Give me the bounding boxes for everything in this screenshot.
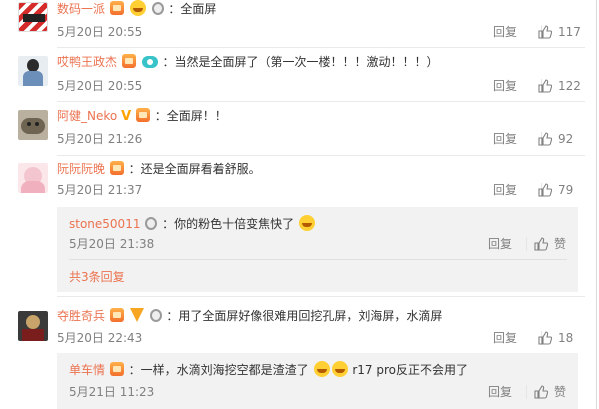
username-link[interactable]: 夺胜奇兵: [57, 309, 105, 323]
divider: [69, 259, 567, 260]
vip-icon: [109, 362, 124, 376]
like-button[interactable]: 122: [538, 78, 581, 94]
avatar[interactable]: [18, 110, 48, 140]
like-button[interactable]: 赞: [534, 236, 566, 252]
divider: [57, 101, 585, 102]
like-button[interactable]: 117: [538, 24, 581, 40]
username-link[interactable]: 数码一派: [57, 2, 105, 16]
comment-line: 夺胜奇兵 ：用了全面屏好像很难用回挖孔屏，刘海屏，水滴屏: [57, 308, 442, 324]
comment-text: ：还是全面屏看着舒服。: [128, 162, 261, 176]
verified-v-icon: V: [121, 109, 132, 124]
comment-time: 5月20日 20:55: [57, 25, 143, 39]
medal-icon: [151, 2, 164, 15]
like-thumb-icon: [538, 79, 553, 93]
like-count: 79: [558, 183, 574, 197]
comment-item: 哎鸭王政杰 ：当然是全面屏了（第一次一楼！！！激动！！！） 5月20日 20:5…: [0, 50, 599, 102]
like-thumb-icon: [534, 237, 549, 251]
emoji-icon: [313, 361, 330, 377]
avatar[interactable]: [18, 56, 48, 86]
pizza-icon: [129, 308, 144, 322]
vip-icon: [135, 108, 150, 122]
comment-time: 5月20日 21:26: [57, 132, 143, 146]
comment-line: 阮阮阮晚 ：还是全面屏看着舒服。: [57, 161, 261, 177]
comment-time: 5月20日 22:43: [57, 331, 143, 345]
sub-reply-line: stone50011 ：你的粉色十倍变焦快了: [69, 215, 316, 232]
vip-icon: [109, 1, 124, 15]
divider: [57, 47, 585, 48]
username-link[interactable]: 哎鸭王政杰: [57, 55, 117, 69]
username-link[interactable]: 阿健_Neko: [57, 109, 117, 123]
medal-icon: [145, 217, 158, 230]
reply-button[interactable]: 回复: [488, 384, 512, 400]
avatar[interactable]: [18, 2, 48, 32]
username-link[interactable]: stone50011: [69, 217, 140, 231]
reply-button[interactable]: 回复: [493, 24, 517, 40]
like-thumb-icon: [538, 331, 553, 345]
sub-reply-time: 5月20日 21:38: [69, 237, 155, 251]
sub-reply-time: 5月21日 11:23: [69, 385, 155, 399]
sub-reply-text: ：你的粉色十倍变焦快了: [162, 217, 295, 231]
avatar[interactable]: [18, 311, 48, 341]
eye-icon: [141, 56, 158, 68]
username-link[interactable]: 单车情: [69, 363, 105, 377]
emoji-icon: [129, 0, 146, 16]
comment-item: 数码一派 ：全面屏 5月20日 20:55 回复 117: [0, 0, 599, 48]
view-more-replies-link[interactable]: 共3条回复: [69, 269, 125, 285]
separator: [526, 237, 527, 251]
comment-text: ：用了全面屏好像很难用回挖孔屏，刘海屏，水滴屏: [166, 309, 443, 323]
like-button[interactable]: 18: [538, 330, 573, 346]
divider: [57, 296, 585, 297]
comment-line: 数码一派 ：全面屏: [57, 0, 216, 17]
reply-button[interactable]: 回复: [493, 78, 517, 94]
like-button[interactable]: 赞: [534, 384, 566, 400]
reply-button[interactable]: 回复: [493, 182, 517, 198]
like-thumb-icon: [538, 183, 553, 197]
sub-reply-text: r17 pro反正不会用了: [352, 363, 468, 377]
comment-item: 阿健_Neko V ：全面屏！！ 5月20日 21:26 回复 92: [0, 104, 599, 156]
comment-text: ：全面屏！！: [154, 109, 227, 123]
vip-icon: [109, 161, 124, 175]
medal-icon: [149, 309, 162, 322]
emoji-icon: [331, 361, 348, 377]
vip-icon: [121, 54, 136, 68]
like-count: 122: [558, 79, 581, 93]
like-button[interactable]: 92: [538, 131, 573, 147]
like-thumb-icon: [538, 25, 553, 39]
sub-reply-box: 单车情 ：一样，水滴刘海挖空都是渣渣了 r17 pro反正不会用了 5月21日 …: [57, 353, 578, 409]
comment-item: 夺胜奇兵 ：用了全面屏好像很难用回挖孔屏，刘海屏，水滴屏 5月20日 22:43…: [0, 299, 599, 409]
comment-item: 阮阮阮晚 ：还是全面屏看着舒服。 5月20日 21:37 回复 79 stone…: [0, 157, 599, 297]
like-count: 92: [558, 132, 574, 146]
divider: [57, 155, 585, 156]
reply-button[interactable]: 回复: [488, 236, 512, 252]
comment-line: 阿健_Neko V ：全面屏！！: [57, 108, 227, 125]
emoji-icon: [298, 215, 315, 231]
sub-reply-line: 单车情 ：一样，水滴刘海挖空都是渣渣了 r17 pro反正不会用了: [69, 361, 468, 378]
comment-time: 5月20日 21:37: [57, 183, 143, 197]
like-count: 117: [558, 25, 581, 39]
comment-line: 哎鸭王政杰 ：当然是全面屏了（第一次一楼！！！激动！！！）: [57, 54, 439, 70]
reply-button[interactable]: 回复: [493, 131, 517, 147]
separator: [526, 385, 527, 399]
like-count: 18: [558, 331, 574, 345]
like-label: 赞: [554, 385, 567, 399]
vip-icon: [109, 308, 124, 322]
sub-reply-box: stone50011 ：你的粉色十倍变焦快了 5月20日 21:38 回复 赞 …: [57, 207, 578, 292]
like-button[interactable]: 79: [538, 182, 573, 198]
username-link[interactable]: 阮阮阮晚: [57, 162, 105, 176]
comment-text: ：全面屏: [168, 2, 217, 16]
like-thumb-icon: [538, 132, 553, 146]
sub-reply-text: ：一样，水滴刘海挖空都是渣渣了: [128, 363, 309, 377]
comment-time: 5月20日 20:55: [57, 79, 143, 93]
reply-button[interactable]: 回复: [493, 330, 517, 346]
comment-text: ：当然是全面屏了（第一次一楼！！！激动！！！）: [162, 55, 439, 69]
avatar[interactable]: [18, 163, 48, 193]
like-thumb-icon: [534, 385, 549, 399]
like-label: 赞: [554, 237, 567, 251]
